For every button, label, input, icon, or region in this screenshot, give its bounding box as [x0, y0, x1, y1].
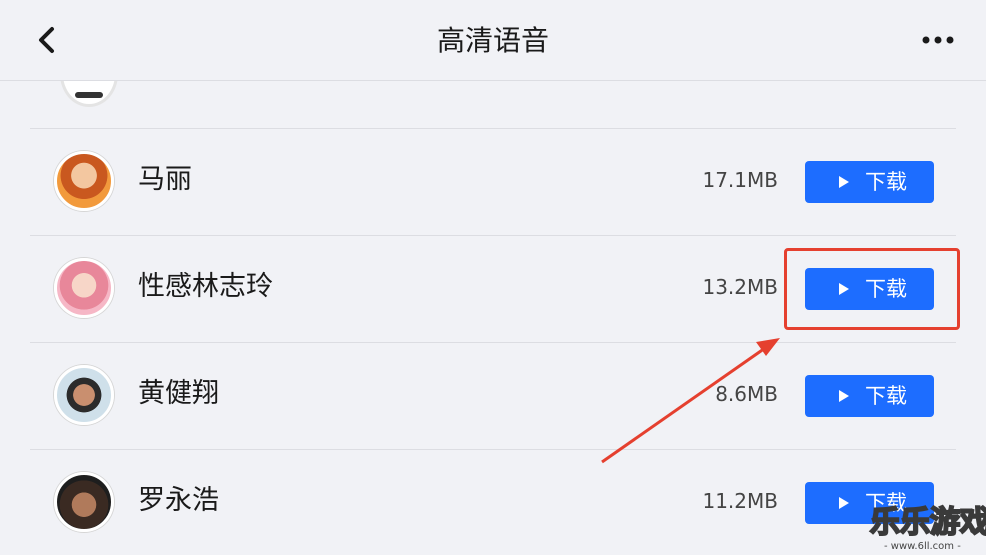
file-size: 13.2MB [702, 275, 778, 299]
list-item: 罗永浩 11.2MB 下载 [30, 449, 956, 555]
download-button[interactable]: 下载 [805, 161, 934, 203]
avatar [54, 472, 114, 532]
avatar [54, 258, 114, 318]
avatar [60, 81, 118, 107]
avatar [54, 151, 114, 211]
more-horizontal-icon [922, 36, 954, 44]
voice-name: 马丽 [138, 164, 192, 195]
file-size: 8.6MB [715, 382, 778, 406]
watermark-text: 乐乐游戏 [869, 504, 986, 541]
page-title: 高清语音 [436, 24, 549, 57]
highlight-box [784, 248, 960, 330]
download-label: 下载 [865, 384, 907, 408]
top-bar: 高清语音 [0, 0, 986, 81]
download-button[interactable]: 下载 [805, 375, 934, 417]
watermark-subtext: - www.6ll.com - [884, 541, 961, 552]
play-icon [839, 176, 849, 188]
more-button[interactable] [916, 28, 960, 52]
voice-name: 黄健翔 [138, 378, 219, 409]
file-size: 11.2MB [702, 489, 778, 513]
play-icon [839, 497, 849, 509]
file-size: 17.1MB [702, 168, 778, 192]
voice-name: 罗永浩 [138, 485, 219, 516]
list-item: 马丽 17.1MB 下载 [30, 128, 956, 235]
download-label: 下载 [865, 170, 907, 194]
voice-name: 性感林志玲 [138, 271, 273, 302]
list-item: 黄健翔 8.6MB 下载 [30, 342, 956, 449]
play-icon [839, 390, 849, 402]
watermark: 乐乐游戏 - www.6ll.com - [869, 504, 986, 555]
avatar [54, 365, 114, 425]
